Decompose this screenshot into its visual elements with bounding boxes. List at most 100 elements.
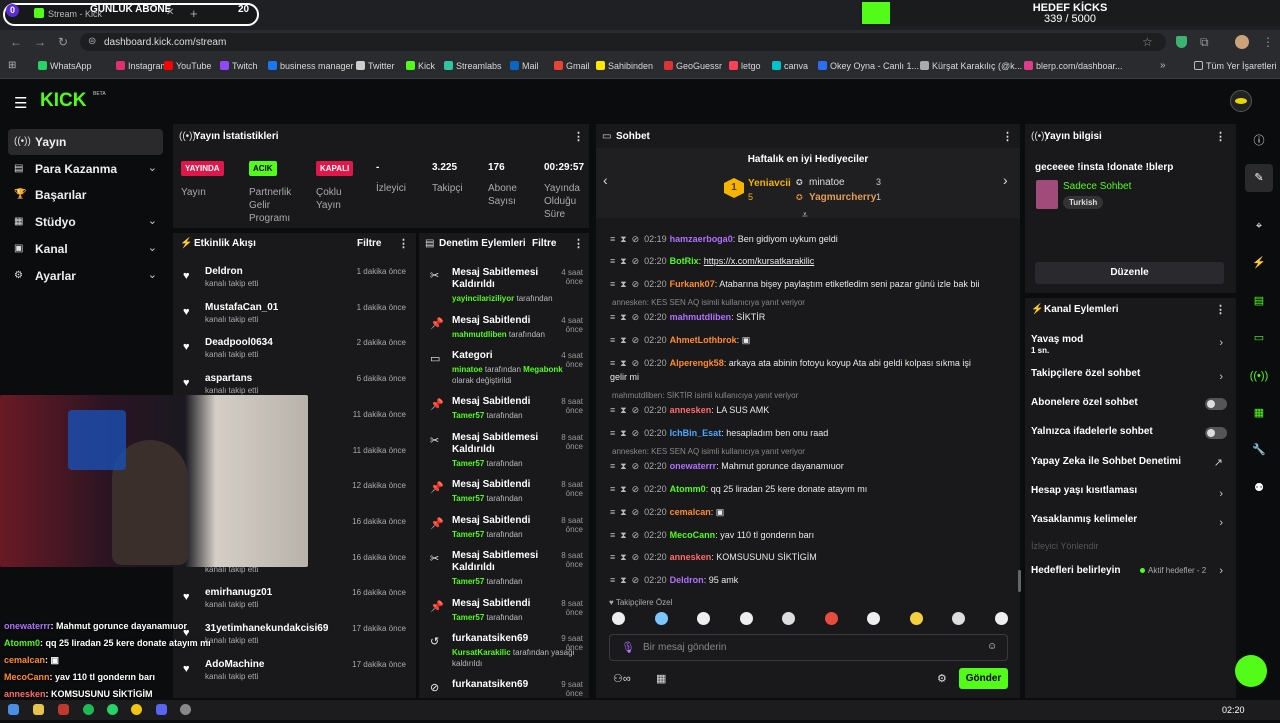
chat-settings-icon[interactable]: ⚙ [937, 672, 947, 685]
chevron-down-icon[interactable]: ⌄ [148, 161, 157, 174]
channel-action-item[interactable]: Yalnızca ifadelerle sohbet [1031, 426, 1227, 446]
profile-avatar[interactable] [1235, 35, 1249, 49]
ban-icon[interactable]: ⊘ [632, 428, 640, 438]
ban-icon[interactable]: ⊘ [632, 312, 640, 322]
tab-close-icon[interactable]: ✕ [166, 7, 174, 18]
bookmark-item[interactable]: GeoGuessr [664, 61, 722, 71]
bookmark-item[interactable]: letgo [729, 61, 761, 71]
message-options-icon[interactable]: ≡ [610, 405, 615, 415]
chat-users-icon[interactable]: ⚇∞ [613, 672, 631, 685]
bookmark-item[interactable]: canva [772, 61, 808, 71]
back-icon[interactable]: ← [10, 35, 22, 49]
message-options-icon[interactable]: ≡ [610, 461, 615, 471]
gifter-name[interactable]: Yagmurcherry [809, 192, 876, 203]
message-options-icon[interactable]: ≡ [610, 358, 615, 368]
user-avatar[interactable] [1230, 90, 1252, 112]
send-button[interactable]: Gönder [959, 668, 1008, 689]
app-icon[interactable] [58, 704, 69, 715]
extensions-icon[interactable]: ⧉ [1200, 35, 1209, 50]
moderator-name[interactable]: minatoe [452, 365, 483, 374]
moderator-name[interactable]: Tamer57 [452, 613, 484, 622]
chat-message[interactable]: ≡ ⧗ ⊘ 02:20 AhmetLothbrok: ▣ [610, 335, 1015, 346]
emote-quick-pick[interactable] [909, 612, 923, 625]
bookmark-item[interactable]: WhatsApp [38, 61, 92, 71]
emote-quick-pick[interactable] [612, 612, 625, 625]
target-icon[interactable]: ⌖ [1245, 212, 1273, 240]
mod-filter-button[interactable]: Filtre [532, 238, 556, 249]
mod-menu-icon[interactable]: ⋮ [573, 237, 584, 250]
moderator-name[interactable]: Tamer57 [452, 459, 484, 468]
chat-input-placeholder[interactable]: Bir mesaj gönderin [643, 642, 726, 653]
gifter-name[interactable]: minatoe [809, 177, 845, 188]
timeout-icon[interactable]: ⧗ [620, 428, 626, 438]
chevron-down-icon[interactable]: ⌄ [148, 268, 157, 281]
channel-action-item[interactable]: Abonelere özel sohbet [1031, 397, 1227, 417]
chat-icon[interactable]: ▭ [1245, 324, 1273, 352]
follower-name[interactable]: emirhanugz01 [205, 587, 272, 598]
emote-quick-pick[interactable] [697, 612, 710, 625]
sidebar-item[interactable]: ▦ Stüdyo ⌄ [8, 209, 163, 235]
chevron-right-icon[interactable]: › [1219, 517, 1223, 529]
gifter-name[interactable]: Yeniavcii [748, 178, 791, 189]
category-name[interactable]: Sadece Sohbet [1063, 181, 1131, 192]
message-options-icon[interactable]: ≡ [610, 279, 615, 289]
mod-action-item[interactable]: ✂ Mesaj Sabitlemesi Kaldırıldı yayincilari… [424, 267, 587, 311]
chat-message[interactable]: ≡ ⧗ ⊘ 02:20 BotRix: https://x.com/kursatkara… [610, 256, 1015, 267]
message-options-icon[interactable]: ≡ [610, 234, 615, 244]
emote-quick-pick[interactable] [994, 612, 1008, 625]
timeout-icon[interactable]: ⧗ [620, 256, 626, 266]
channel-action-item[interactable]: Yavaş mod 1 sn. › [1031, 334, 1227, 355]
moderator-name[interactable]: KursatKarakilic [452, 648, 511, 657]
bookmark-item[interactable]: Twitter [356, 61, 395, 71]
ban-icon[interactable]: ⊘ [632, 575, 640, 585]
bookmark-item[interactable]: Twitch [220, 61, 258, 71]
chat-message[interactable]: ≡ ⧗ ⊘ 02:20 annesken: LA SUS AMK [610, 405, 1015, 416]
emote-quick-pick[interactable] [782, 612, 795, 625]
channel-action-item[interactable]: Hesap yaşı kısıtlaması › [1031, 485, 1227, 505]
broadcast-icon[interactable]: ((•)) [1245, 362, 1273, 390]
more-bookmarks-icon[interactable]: » [1160, 60, 1166, 71]
ban-icon[interactable]: ⊘ [632, 256, 640, 266]
chat-message[interactable]: ≡ ⧗ ⊘ 02:20 IchBin_Esat: hesapladım ben onu … [610, 428, 1015, 439]
sidebar-item[interactable]: ((•)) Yayın [8, 129, 163, 155]
file-explorer-icon[interactable] [33, 704, 44, 715]
new-tab-button[interactable]: + [190, 6, 198, 21]
channel-action-item[interactable]: Yapay Zeka ile Sohbet Denetimi ↗ [1031, 456, 1227, 476]
ban-icon[interactable]: ⊘ [632, 484, 640, 494]
chat-username[interactable]: Atomm0 [670, 484, 706, 494]
chat-message[interactable]: ≡ ⧗ ⊘ 02:20 mahmutdliben: SİKTİR [610, 312, 1015, 323]
chat-username[interactable]: Alperengk58 [670, 358, 724, 368]
apps-grid-icon[interactable]: ⊞ [8, 60, 16, 71]
timeout-icon[interactable]: ⧗ [620, 335, 626, 345]
chevron-down-icon[interactable]: ⌄ [148, 241, 157, 254]
mod-action-item[interactable]: ✂ Mesaj Sabitlemesi Kaldırıldı Tamer57 tar… [424, 550, 587, 594]
bookmark-item[interactable]: blerp.com/dashboar... [1024, 61, 1123, 71]
timeout-icon[interactable]: ⧗ [620, 405, 626, 415]
message-options-icon[interactable]: ≡ [610, 507, 615, 517]
chat-username[interactable]: hamzaerboga0 [670, 234, 733, 244]
mod-action-item[interactable]: ▭ Kategori minatoe tarafından Megabonk ola… [424, 350, 587, 394]
chat-message[interactable]: ≡ ⧗ ⊘ 02:20 Furkank07: Atabarına bişey payla… [610, 279, 1015, 290]
feed-item[interactable]: ♥ AdoMachine kanalı takip etti 17 dakika ön… [178, 657, 410, 693]
sidebar-item[interactable]: 🏆 Başarılar [8, 182, 163, 208]
chat-username[interactable]: MecoCann [670, 530, 716, 540]
chat-menu-icon[interactable]: ⋮ [1002, 130, 1013, 143]
feed-filter-button[interactable]: Filtre [357, 238, 381, 249]
timeout-icon[interactable]: ⧗ [620, 461, 626, 471]
message-options-icon[interactable]: ≡ [610, 552, 615, 562]
message-options-icon[interactable]: ≡ [610, 530, 615, 540]
store-icon[interactable]: ▦ [656, 672, 666, 685]
timeout-icon[interactable]: ⧗ [620, 312, 626, 322]
sidebar-item[interactable]: ▣ Kanal ⌄ [8, 236, 163, 262]
follower-name[interactable]: Deadpool0634 [205, 337, 273, 348]
edit-button[interactable]: Düzenle [1035, 262, 1224, 284]
emote-quick-pick[interactable] [867, 612, 880, 625]
url-text[interactable]: dashboard.kick.com/stream [104, 37, 226, 48]
chat-message[interactable]: ≡ ⧗ ⊘ 02:20 Alperengk58: arkaya ata abinin f… [610, 358, 1015, 369]
site-info-icon[interactable]: ⊜ [88, 36, 96, 47]
sidebar-item[interactable]: ⚙ Ayarlar ⌄ [8, 263, 163, 289]
emote-quick-pick[interactable] [739, 612, 753, 625]
channel-action-item[interactable]: Hedefleri belirleyin Aktif hedefler - 2 › [1031, 565, 1227, 585]
people-icon[interactable]: ⚉ [1245, 474, 1273, 502]
timeout-icon[interactable]: ⧗ [620, 530, 626, 540]
